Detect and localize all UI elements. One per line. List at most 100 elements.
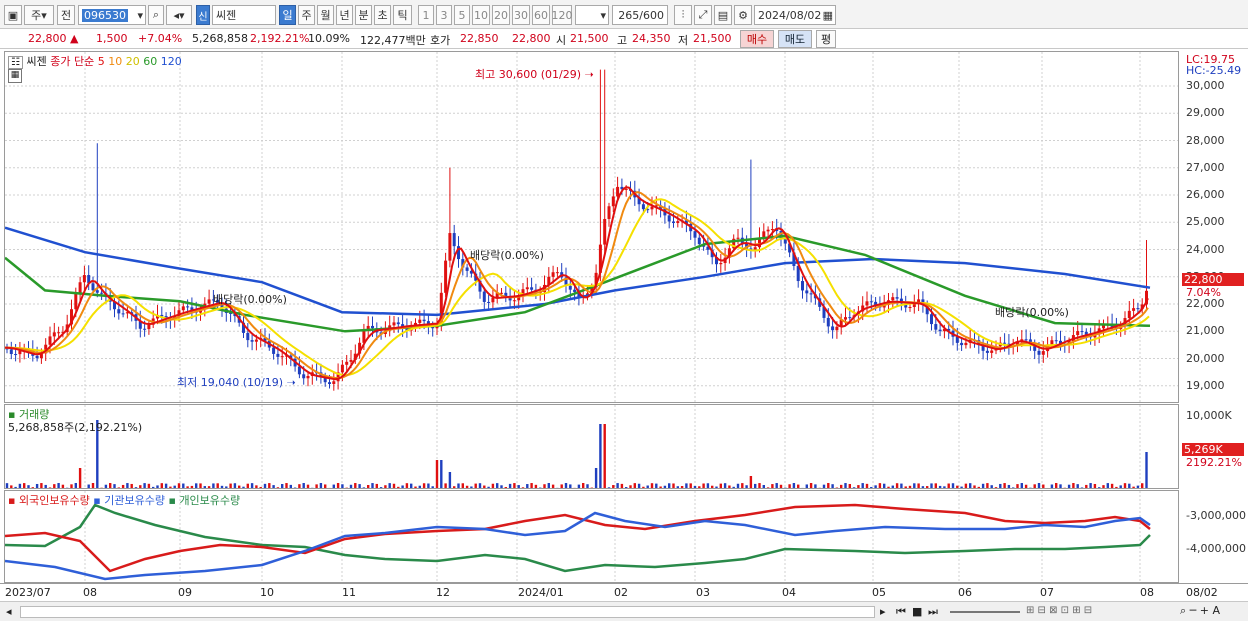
volume-panel[interactable]: ▪ 거래량 5,268,858주(2,192.21%) bbox=[4, 404, 1179, 489]
x-label: 2024/01 bbox=[518, 586, 564, 599]
y-tick: 26,000 bbox=[1186, 188, 1225, 201]
custom-select[interactable]: ▾ bbox=[575, 5, 609, 25]
date-field[interactable]: 2024/08/02 ▦ bbox=[754, 5, 836, 25]
x-label: 2023/07 bbox=[5, 586, 51, 599]
current-price: 22,800 ▲ bbox=[28, 32, 79, 45]
min-10[interactable]: 10 bbox=[472, 5, 490, 25]
open-label: 시 bbox=[556, 34, 567, 47]
stock-name-field[interactable]: 씨젠 bbox=[212, 5, 276, 25]
candle-body bbox=[147, 324, 151, 330]
volume-bar bbox=[521, 487, 525, 488]
candle-body bbox=[964, 342, 968, 346]
stop-icon[interactable]: ■ bbox=[912, 605, 922, 618]
scroll-bar[interactable]: ◂ ▸ ⏮ ■ ⏭ ⊞ ⊟ ⊠ ⊡ ⊞ ⊟ ⌕ ─ + A bbox=[0, 601, 1248, 621]
prev-button[interactable]: 전 bbox=[57, 5, 75, 25]
candle-body bbox=[607, 206, 611, 219]
candle-body bbox=[482, 291, 486, 302]
candle-icon[interactable]: ⫶ bbox=[674, 5, 692, 25]
zoom-icon[interactable]: ⌕ ─ + A bbox=[1180, 604, 1220, 618]
candle-body bbox=[1024, 339, 1028, 341]
volume-bar bbox=[195, 483, 198, 488]
holdings-panel[interactable]: ▪ 외국인보유수량 ▪ 기관보유수량 ▪ 개인보유수량 bbox=[4, 490, 1179, 583]
volume-value: 5,268,858주(2,192.21%) bbox=[8, 421, 143, 434]
volume-bar bbox=[582, 483, 585, 488]
volume-bar bbox=[281, 484, 284, 488]
volume-bar bbox=[797, 484, 800, 488]
volume-bar bbox=[27, 485, 30, 488]
tab-minute[interactable]: 분 bbox=[355, 5, 372, 25]
volume-bar bbox=[926, 486, 929, 488]
candle-body bbox=[611, 196, 615, 207]
eval-button[interactable]: 평 bbox=[816, 30, 836, 48]
checkbox-icon[interactable]: ☷ bbox=[8, 56, 23, 69]
candle-body bbox=[895, 297, 899, 299]
candle-body bbox=[805, 290, 809, 294]
candle-body bbox=[452, 233, 456, 247]
legend: ☷ 씨젠 종가 단순 5 10 20 60 120 bbox=[8, 53, 182, 69]
volume-bar bbox=[913, 483, 916, 488]
volume-bar bbox=[977, 486, 980, 488]
bid-price: 22,850 bbox=[460, 32, 499, 45]
x-label: 05 bbox=[872, 586, 886, 599]
forward-icon[interactable]: ⏭ bbox=[928, 605, 938, 619]
code-input[interactable]: 096530 ▾ bbox=[78, 5, 146, 25]
table-icon[interactable]: ▦ bbox=[8, 69, 22, 83]
min-30[interactable]: 30 bbox=[512, 5, 530, 25]
sound-icon[interactable]: ◂▾ bbox=[166, 5, 192, 25]
line-tool-icon[interactable]: ⤢ bbox=[694, 5, 712, 25]
volume-bar bbox=[182, 483, 185, 488]
tab-second[interactable]: 초 bbox=[374, 5, 391, 25]
candle-body bbox=[641, 204, 645, 210]
zoom-slider[interactable] bbox=[950, 611, 1020, 613]
volume-bar bbox=[392, 483, 396, 488]
volume-bar bbox=[405, 483, 409, 488]
rewind-icon[interactable]: ⏮ bbox=[896, 605, 906, 619]
volume-bar bbox=[814, 484, 817, 488]
draw-tools-icon[interactable]: ⊞ ⊟ ⊠ ⊡ ⊞ ⊟ bbox=[1026, 605, 1092, 616]
min-60[interactable]: 60 bbox=[532, 5, 550, 25]
period-select[interactable]: 주 ▾ bbox=[24, 5, 54, 25]
volume-bar bbox=[1029, 487, 1032, 488]
scroll-right-icon[interactable]: ▸ bbox=[880, 605, 886, 618]
count-field[interactable]: 265/600 bbox=[612, 5, 668, 25]
tab-week[interactable]: 주 bbox=[298, 5, 315, 25]
sell-button[interactable]: 매도 bbox=[778, 30, 812, 48]
scroll-left-icon[interactable]: ◂ bbox=[6, 605, 12, 618]
tab-day[interactable]: 일 bbox=[279, 5, 296, 25]
search-icon[interactable]: ⌕ bbox=[148, 5, 164, 25]
min-3[interactable]: 3 bbox=[436, 5, 452, 25]
volume-bar bbox=[1123, 483, 1127, 488]
min-120[interactable]: 120 bbox=[552, 5, 573, 25]
volume-bar bbox=[229, 483, 232, 488]
save-icon[interactable]: ▤ bbox=[714, 5, 732, 25]
candle-body bbox=[48, 336, 52, 345]
candle-body bbox=[551, 272, 555, 277]
tab-year[interactable]: 년 bbox=[336, 5, 353, 25]
volume-bar bbox=[685, 483, 688, 488]
volume-bar bbox=[126, 483, 129, 488]
min-1[interactable]: 1 bbox=[418, 5, 434, 25]
candle-body bbox=[831, 326, 835, 331]
tab-month[interactable]: 월 bbox=[317, 5, 334, 25]
volume-bar bbox=[238, 485, 241, 488]
window-icon[interactable]: ▣ bbox=[4, 5, 22, 25]
volume-bar bbox=[53, 484, 56, 488]
volume-bar bbox=[616, 483, 619, 488]
candle-body bbox=[555, 272, 559, 274]
min-5[interactable]: 5 bbox=[454, 5, 470, 25]
volume-bar bbox=[384, 485, 387, 488]
buy-button[interactable]: 매수 bbox=[740, 30, 774, 48]
volume-bar bbox=[448, 472, 452, 488]
gear-icon[interactable]: ⚙ bbox=[734, 5, 752, 25]
scroll-track[interactable] bbox=[20, 606, 875, 618]
volume-bar bbox=[1080, 487, 1084, 488]
volume-bar bbox=[865, 483, 869, 488]
volume-bar bbox=[556, 487, 559, 488]
volume-bar bbox=[341, 484, 344, 488]
min-20[interactable]: 20 bbox=[492, 5, 510, 25]
volume-bar bbox=[1042, 484, 1045, 488]
volume-bar bbox=[569, 484, 572, 488]
volume-bar bbox=[40, 483, 43, 488]
tab-tick[interactable]: 틱 bbox=[393, 5, 412, 25]
price-chart-panel[interactable]: ☷ 씨젠 종가 단순 5 10 20 60 120 ▦ 최고 30,600 (0… bbox=[4, 51, 1179, 403]
